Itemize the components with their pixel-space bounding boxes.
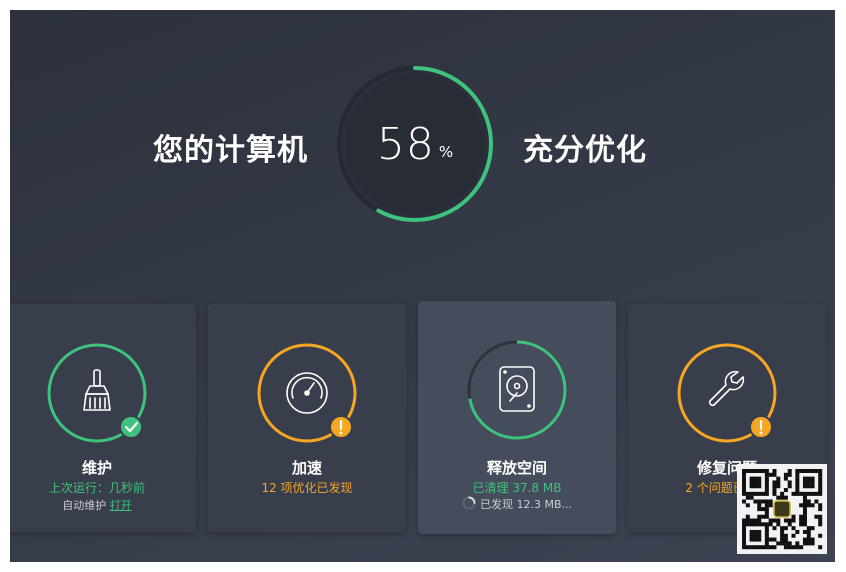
check-badge-icon bbox=[119, 415, 143, 439]
auto-maintenance-line: 自动维护 打开 bbox=[10, 497, 196, 513]
fix-ring bbox=[677, 343, 777, 443]
auto-maintenance-label: 自动维护 bbox=[62, 499, 107, 512]
space-ring bbox=[467, 340, 567, 440]
score-value: 58 bbox=[376, 118, 435, 170]
card-maintenance[interactable]: 维护 上次运行：几秒前 自动维护 打开 bbox=[10, 304, 196, 532]
qr-code-graphic bbox=[742, 469, 823, 550]
speed-ring bbox=[257, 343, 357, 443]
optimization-hero: 您的计算机 58 % 充分优化 bbox=[10, 10, 835, 300]
hero-left-text: 您的计算机 bbox=[153, 133, 308, 168]
card-status: 上次运行：几秒前 bbox=[48, 481, 145, 495]
card-status: 已清理 37.8 MB bbox=[472, 481, 562, 495]
scan-progress-line: 已发现 12.3 MB... bbox=[418, 496, 616, 512]
wrench-icon bbox=[708, 370, 745, 407]
app-window: 您的计算机 58 % 充分优化 维护 上次运行：几秒前 自动维护 打开 加速 1… bbox=[10, 10, 835, 562]
optimization-gauge: 58 % bbox=[336, 65, 494, 223]
maintenance-ring bbox=[47, 343, 147, 443]
gauge-readout: 58 % bbox=[336, 65, 494, 223]
spinner-icon bbox=[462, 496, 476, 510]
card-title: 维护 bbox=[81, 459, 112, 477]
qr-code-icon bbox=[737, 464, 827, 554]
found-size-text: 已发现 12.3 MB... bbox=[479, 498, 572, 511]
hard-drive-icon bbox=[499, 366, 535, 412]
warning-badge-icon bbox=[749, 415, 773, 439]
card-title: 释放空间 bbox=[486, 459, 547, 477]
warning-badge-icon bbox=[329, 415, 353, 439]
score-unit: % bbox=[438, 143, 454, 161]
auto-maintenance-open-link[interactable]: 打开 bbox=[110, 499, 132, 512]
speedometer-icon bbox=[286, 372, 328, 414]
card-free-space[interactable]: 释放空间 已清理 37.8 MB 已发现 12.3 MB... bbox=[418, 301, 616, 534]
hero-right-text: 充分优化 bbox=[523, 133, 647, 168]
broom-icon bbox=[83, 369, 111, 411]
card-status: 12 项优化已发现 bbox=[261, 481, 353, 495]
card-speed-up[interactable]: 加速 12 项优化已发现 bbox=[208, 304, 406, 532]
card-title: 加速 bbox=[291, 459, 322, 477]
